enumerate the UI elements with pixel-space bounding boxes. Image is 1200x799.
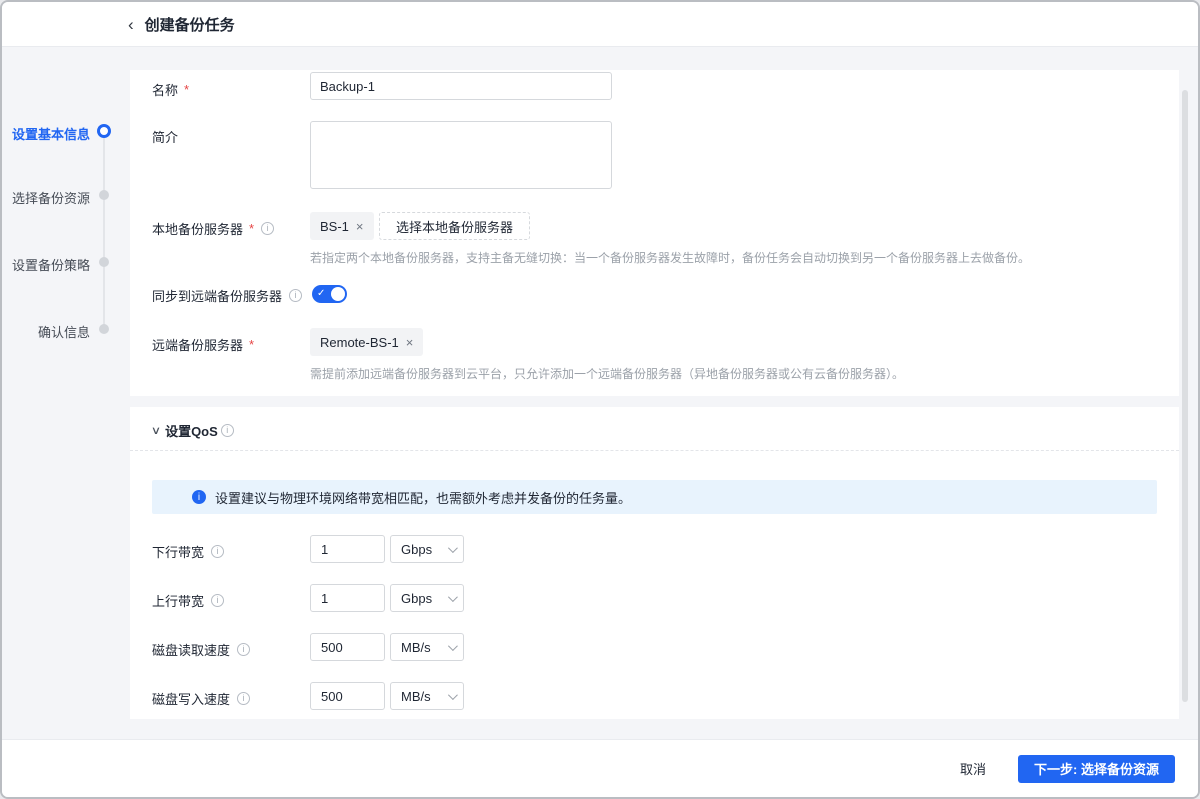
uplink-bandwidth-row: 上行带宽 i Gbps bbox=[130, 584, 1179, 612]
step-label: 设置基本信息 bbox=[2, 124, 90, 143]
name-label: 名称* bbox=[152, 80, 189, 99]
cancel-button[interactable]: 取消 bbox=[960, 759, 986, 778]
basic-info-card: 名称* 简介 本地备份服务器* i BS-1 × 选择本地备份服务器 若指定两个… bbox=[130, 70, 1179, 396]
info-icon[interactable]: i bbox=[261, 222, 274, 235]
disk-write-speed-label: 磁盘写入速度 i bbox=[152, 689, 250, 708]
close-icon[interactable]: × bbox=[356, 220, 364, 233]
info-icon: i bbox=[192, 490, 206, 504]
disk-read-speed-input[interactable] bbox=[310, 633, 385, 661]
unit-value: MB/s bbox=[401, 689, 431, 704]
description-label: 简介 bbox=[152, 127, 178, 146]
select-local-server-button[interactable]: 选择本地备份服务器 bbox=[379, 212, 530, 240]
step-confirm-info[interactable]: 确认信息 bbox=[2, 321, 130, 337]
uplink-bandwidth-input[interactable] bbox=[310, 584, 385, 612]
info-icon[interactable]: i bbox=[211, 594, 224, 607]
downlink-bandwidth-unit-select[interactable]: Gbps bbox=[390, 535, 464, 563]
required-mark: * bbox=[249, 221, 254, 236]
sync-remote-label: 同步到远端备份服务器 i bbox=[152, 286, 302, 305]
remote-server-tag-label: Remote-BS-1 bbox=[320, 335, 399, 350]
disk-read-speed-label: 磁盘读取速度 i bbox=[152, 640, 250, 659]
toggle-knob bbox=[331, 287, 345, 301]
chevron-down-icon bbox=[448, 641, 458, 651]
disk-read-speed-unit-select[interactable]: MB/s bbox=[390, 633, 464, 661]
chevron-down-icon bbox=[448, 690, 458, 700]
info-icon[interactable]: i bbox=[211, 545, 224, 558]
qos-banner-text: 设置建议与物理环境网络带宽相匹配，也需额外考虑并发备份的任务量。 bbox=[215, 488, 631, 507]
wizard-stepper: 设置基本信息 选择备份资源 设置备份策略 确认信息 bbox=[2, 48, 130, 348]
step-label: 确认信息 bbox=[2, 322, 90, 341]
name-input[interactable] bbox=[310, 72, 612, 100]
remote-backup-server-label: 远端备份服务器* bbox=[152, 335, 254, 354]
chevron-down-icon bbox=[448, 543, 458, 553]
step-basic-info[interactable]: 设置基本信息 bbox=[2, 123, 130, 139]
create-backup-task-window: ‹ 创建备份任务 设置基本信息 选择备份资源 设置备份策略 确认信息 名称* 简… bbox=[0, 0, 1200, 799]
qos-section-toggle[interactable]: ∨ 设置QoS i bbox=[152, 421, 234, 440]
required-mark: * bbox=[249, 337, 254, 352]
unit-value: MB/s bbox=[401, 640, 431, 655]
disk-read-speed-row: 磁盘读取速度 i MB/s bbox=[130, 633, 1179, 661]
step-indicator bbox=[99, 324, 109, 334]
step-indicator bbox=[97, 124, 111, 138]
qos-section-title: 设置QoS bbox=[165, 421, 218, 440]
required-mark: * bbox=[184, 82, 189, 97]
unit-value: Gbps bbox=[401, 591, 432, 606]
sync-remote-toggle[interactable]: ✓ bbox=[312, 285, 347, 303]
unit-value: Gbps bbox=[401, 542, 432, 557]
uplink-bandwidth-unit-select[interactable]: Gbps bbox=[390, 584, 464, 612]
chevron-down-icon: ∨ bbox=[151, 424, 161, 437]
qos-info-banner: i 设置建议与物理环境网络带宽相匹配，也需额外考虑并发备份的任务量。 bbox=[152, 480, 1157, 514]
local-server-tag: BS-1 × bbox=[310, 212, 374, 240]
remote-server-helper-text: 需提前添加远端备份服务器到云平台，只允许添加一个远端备份服务器（异地备份服务器或… bbox=[310, 365, 904, 382]
downlink-bandwidth-label: 下行带宽 i bbox=[152, 542, 224, 561]
vertical-scrollbar[interactable] bbox=[1182, 90, 1188, 702]
back-icon[interactable]: ‹ bbox=[128, 16, 134, 33]
downlink-bandwidth-row: 下行带宽 i Gbps bbox=[130, 535, 1179, 563]
description-textarea[interactable] bbox=[310, 121, 612, 189]
footer-action-bar: 取消 下一步: 选择备份资源 bbox=[2, 739, 1198, 797]
info-icon[interactable]: i bbox=[221, 424, 234, 437]
chevron-down-icon bbox=[448, 592, 458, 602]
stepper-line bbox=[103, 132, 105, 330]
step-label: 设置备份策略 bbox=[2, 255, 90, 274]
disk-write-speed-row: 磁盘写入速度 i MB/s bbox=[130, 682, 1179, 710]
disk-write-speed-input[interactable] bbox=[310, 682, 385, 710]
page-title: 创建备份任务 bbox=[145, 14, 235, 35]
disk-write-speed-unit-select[interactable]: MB/s bbox=[390, 682, 464, 710]
local-backup-server-label: 本地备份服务器* i bbox=[152, 219, 274, 238]
step-select-resources[interactable]: 选择备份资源 bbox=[2, 187, 130, 203]
uplink-bandwidth-label: 上行带宽 i bbox=[152, 591, 224, 610]
local-server-tag-label: BS-1 bbox=[320, 219, 349, 234]
step-indicator bbox=[99, 257, 109, 267]
local-server-helper-text: 若指定两个本地备份服务器，支持主备无缝切换：当一个备份服务器发生故障时，备份任务… bbox=[310, 249, 1030, 266]
check-icon: ✓ bbox=[317, 287, 325, 301]
step-label: 选择备份资源 bbox=[2, 188, 90, 207]
qos-card: ∨ 设置QoS i i 设置建议与物理环境网络带宽相匹配，也需额外考虑并发备份的… bbox=[130, 407, 1179, 719]
section-divider bbox=[130, 450, 1179, 451]
downlink-bandwidth-input[interactable] bbox=[310, 535, 385, 563]
info-icon[interactable]: i bbox=[237, 692, 250, 705]
step-backup-policy[interactable]: 设置备份策略 bbox=[2, 254, 130, 270]
remote-server-tag: Remote-BS-1 × bbox=[310, 328, 423, 356]
page-header: ‹ 创建备份任务 bbox=[2, 2, 1198, 47]
step-indicator bbox=[99, 190, 109, 200]
info-icon[interactable]: i bbox=[237, 643, 250, 656]
close-icon[interactable]: × bbox=[406, 336, 414, 349]
info-icon[interactable]: i bbox=[289, 289, 302, 302]
next-step-button[interactable]: 下一步: 选择备份资源 bbox=[1018, 755, 1175, 783]
